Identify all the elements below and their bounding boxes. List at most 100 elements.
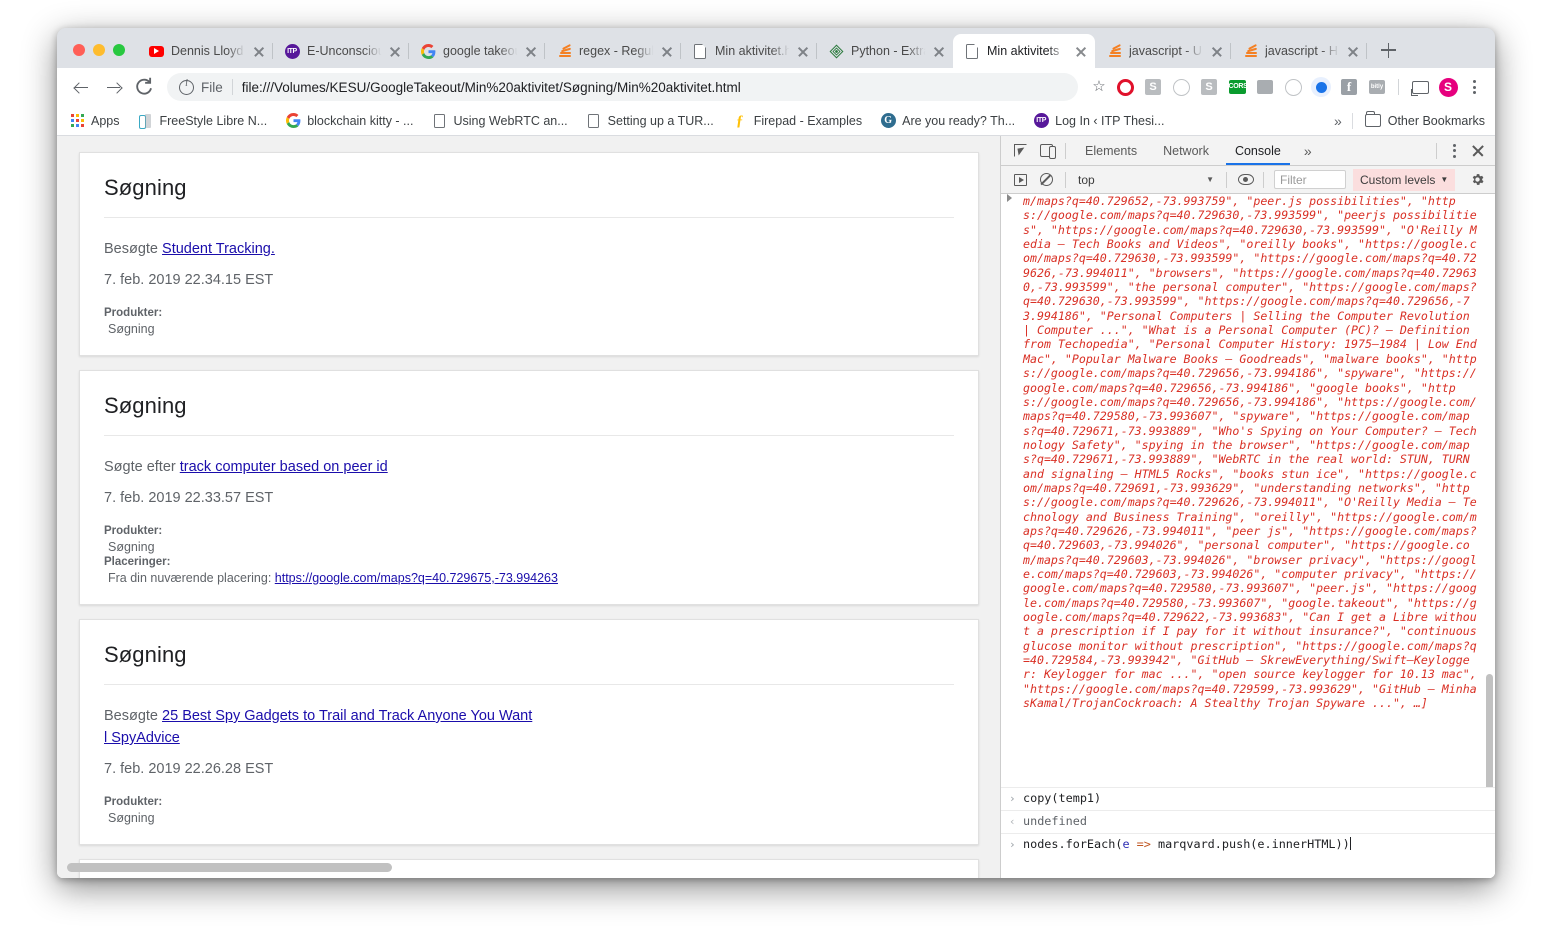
- circle-extension-icon[interactable]: [1168, 74, 1194, 100]
- chrome-menu-icon[interactable]: [1463, 80, 1485, 94]
- other-bookmarks-label[interactable]: Other Bookmarks: [1388, 114, 1485, 128]
- activity-timestamp: 7. feb. 2019 22.33.57 EST: [104, 490, 274, 506]
- close-icon[interactable]: [1073, 43, 1089, 59]
- log-levels-dropdown[interactable]: Custom levels ▼: [1353, 168, 1456, 191]
- drop-extension-icon[interactable]: [1280, 74, 1306, 100]
- tab-list: Dennis Lloyd - ITP E-Unconsciou google t…: [137, 34, 1495, 68]
- devtools-toolbar: Elements Network Console »: [1001, 136, 1495, 166]
- prompt-prefix: nodes.forEach(: [1023, 837, 1123, 851]
- tab-min-aktivitets-active[interactable]: Min aktivitets: [953, 34, 1095, 68]
- bookmark-label: blockchain kitty - ...: [307, 113, 414, 128]
- tab-elements[interactable]: Elements: [1072, 136, 1150, 165]
- console-scrollbar-thumb[interactable]: [1486, 674, 1493, 794]
- console-output[interactable]: , "peer to peer in the browser", "https:…: [1001, 194, 1495, 878]
- execution-context-select[interactable]: top ▼: [1072, 170, 1220, 190]
- result-arrow-icon: ‹: [1009, 815, 1016, 828]
- close-icon[interactable]: [523, 43, 539, 59]
- scrollbar-thumb[interactable]: [67, 863, 392, 872]
- document-icon: [431, 113, 447, 129]
- bookmark-label: Log In ‹ ITP Thesi...: [1055, 113, 1165, 128]
- expand-triangle-icon[interactable]: [1007, 194, 1012, 202]
- live-expression-icon[interactable]: [1233, 168, 1259, 192]
- tab-network[interactable]: Network: [1150, 136, 1222, 165]
- page-horizontal-scrollbar[interactable]: [67, 863, 987, 872]
- python-icon: [828, 43, 844, 59]
- bookmark-blockchain-kitty[interactable]: blockchain kitty - ...: [285, 113, 413, 129]
- tab-google-takeout[interactable]: google takeou: [409, 34, 545, 68]
- tab-e-unconscious[interactable]: ITP E-Unconsciou: [273, 34, 409, 68]
- close-icon[interactable]: [1345, 43, 1361, 59]
- tab-python-extra[interactable]: Python - Extra: [817, 34, 953, 68]
- close-icon[interactable]: [1465, 139, 1491, 163]
- activity-card: Søgning Besøgte 25 Best Spy Gadgets to T…: [79, 619, 979, 845]
- skype-extension-icon[interactable]: S: [1196, 74, 1222, 100]
- bookmark-setting-up-turn[interactable]: Setting up a TUR...: [586, 113, 714, 129]
- tab-min-aktivitet-html[interactable]: Min aktivitet.h: [681, 34, 817, 68]
- bitly-extension-icon[interactable]: bitly: [1364, 74, 1390, 100]
- google-icon: [420, 43, 436, 59]
- console-sidebar-icon[interactable]: [1007, 168, 1033, 192]
- bookmark-log-in-itp-thesis[interactable]: ITP Log In ‹ ITP Thesi...: [1033, 113, 1164, 129]
- console-filter-input[interactable]: Filter: [1274, 170, 1346, 189]
- cast-icon[interactable]: [1407, 74, 1433, 100]
- reload-button[interactable]: [129, 72, 159, 102]
- bookmark-are-you-ready[interactable]: G Are you ready? Th...: [880, 113, 1015, 129]
- console-command-row[interactable]: › copy(temp1): [1001, 787, 1495, 810]
- forward-button[interactable]: [97, 72, 127, 102]
- clear-console-icon[interactable]: [1033, 168, 1059, 192]
- context-label: top: [1078, 172, 1095, 187]
- close-icon[interactable]: [795, 43, 811, 59]
- cors-extension-icon[interactable]: CORS: [1224, 74, 1250, 100]
- chat-extension-icon[interactable]: [1252, 74, 1278, 100]
- locations-link[interactable]: https://google.com/maps?q=40.729675,-73.…: [275, 571, 558, 585]
- close-icon[interactable]: [251, 43, 267, 59]
- bookmark-star-icon[interactable]: ☆: [1086, 74, 1112, 100]
- console-input[interactable]: nodes.forEach(e => marqvard.push(e.inner…: [1023, 836, 1351, 853]
- address-bar[interactable]: File file:///Volumes/KESU/GoogleTakeout/…: [167, 73, 1078, 101]
- avatar[interactable]: S: [1435, 74, 1461, 100]
- tab-dennis-lloyd[interactable]: Dennis Lloyd -: [137, 34, 273, 68]
- close-window-button[interactable]: [73, 44, 85, 56]
- filterbar-divider: [1263, 171, 1264, 188]
- console-prompt-row[interactable]: › nodes.forEach(e => marqvard.push(e.inn…: [1001, 833, 1495, 856]
- s-extension-icon[interactable]: S: [1140, 74, 1166, 100]
- tab-javascript-h[interactable]: javascript - H: [1231, 34, 1367, 68]
- devtools-menu-icon[interactable]: [1443, 143, 1465, 158]
- bookmark-firepad-examples[interactable]: ƒ Firepad - Examples: [732, 113, 862, 129]
- console-settings-icon[interactable]: [1465, 169, 1489, 191]
- inspect-element-icon[interactable]: [1007, 139, 1033, 163]
- device-toolbar-icon[interactable]: [1033, 139, 1059, 163]
- activity-link[interactable]: Student Tracking.: [162, 241, 275, 257]
- opera-extension-icon[interactable]: [1112, 74, 1138, 100]
- opera-touch-extension-icon[interactable]: [1308, 74, 1334, 100]
- minimize-window-button[interactable]: [93, 44, 105, 56]
- close-icon[interactable]: [931, 43, 947, 59]
- zoom-window-button[interactable]: [113, 44, 125, 56]
- chevron-down-icon: ▼: [1440, 175, 1449, 184]
- activity-line: Besøgte Student Tracking.: [104, 238, 954, 260]
- bookmark-apps[interactable]: Apps: [69, 113, 120, 129]
- tab-regex-regular[interactable]: regex - Regul: [545, 34, 681, 68]
- close-icon[interactable]: [659, 43, 675, 59]
- close-icon[interactable]: [387, 43, 403, 59]
- text-cursor: [1349, 837, 1351, 850]
- facebook-extension-icon[interactable]: f: [1336, 74, 1362, 100]
- console-log-entry[interactable]: , "peer to peer in the browser", "https:…: [1001, 194, 1495, 727]
- close-icon[interactable]: [1209, 43, 1225, 59]
- products-value: Søgning: [108, 811, 155, 825]
- bookmark-using-webrtc[interactable]: Using WebRTC an...: [431, 113, 568, 129]
- url-text: file:///Volumes/KESU/GoogleTakeout/Min%2…: [241, 79, 741, 95]
- new-tab-button[interactable]: [1373, 35, 1403, 65]
- card-divider: [104, 684, 954, 685]
- browser-toolbar: File file:///Volumes/KESU/GoogleTakeout/…: [57, 68, 1495, 106]
- bookmark-freestyle-libre[interactable]: FreeStyle Libre N...: [138, 113, 267, 129]
- more-panels-button[interactable]: »: [1294, 143, 1322, 159]
- tab-javascript-u[interactable]: javascript - U: [1095, 34, 1231, 68]
- tab-console[interactable]: Console: [1222, 136, 1294, 165]
- activity-link[interactable]: track computer based on peer id: [180, 459, 388, 475]
- info-icon[interactable]: [179, 78, 194, 95]
- bookmarks-overflow-button[interactable]: »: [1324, 113, 1352, 129]
- window-controls: [63, 44, 137, 68]
- activity-link[interactable]: 25 Best Spy Gadgets to Trail and Track A…: [104, 708, 532, 746]
- back-button[interactable]: [65, 72, 95, 102]
